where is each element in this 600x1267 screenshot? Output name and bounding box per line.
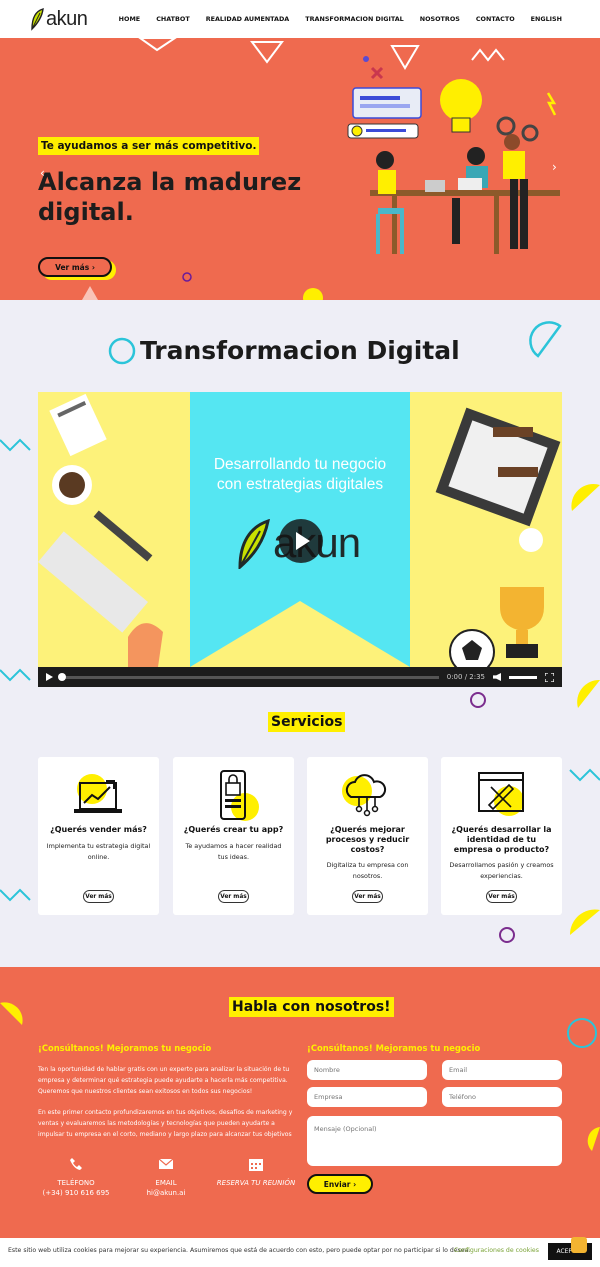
calendar-icon [249,1159,263,1171]
telefono-field[interactable] [442,1087,562,1107]
slider-next-icon[interactable]: › [552,160,557,174]
contact-right-subtitle: ¡Consúltanos! Mejoramos tu negocio [307,1043,481,1053]
video-heading: Desarrollando tu negocio con estrategias… [190,455,410,495]
hero-section: Te ayudamos a ser más competitivo. Alcan… [0,38,600,300]
video-heading-line2: con estrategias digitales [216,476,384,493]
volume-icon[interactable] [493,673,501,681]
site-header: akun HOME CHATBOT REALIDAD AUMENTADA TRA… [0,0,600,38]
email-label: EMAIL [155,1179,177,1187]
ver-mas-button[interactable]: Ver más [486,890,517,903]
video-play-button[interactable] [279,519,323,563]
contact-left-subtitle: ¡Consúltanos! Mejoramos tu negocio [38,1043,212,1053]
cookie-settings-link[interactable]: Configuraciones de cookies [454,1247,539,1254]
phone-label: TELÉFONO [57,1179,95,1187]
card-text: Digitaliza tu empresa con nosotros. [326,861,409,880]
card-title: ¿Querés crear tu app? [183,825,284,834]
ver-mas-button[interactable]: Ver más [218,890,249,903]
phone-icon [70,1158,82,1170]
hero-tagline: Te ayudamos a ser más competitivo. [38,137,260,155]
empresa-field[interactable] [307,1087,427,1107]
phone-value: (+34) 910 616 695 [42,1189,110,1197]
nav-chatbot[interactable]: CHATBOT [156,15,190,23]
design-tools-icon [478,772,524,816]
transformacion-title: Transformacion Digital [140,336,460,365]
play-icon[interactable] [46,673,53,681]
slider-prev-icon[interactable]: ‹ [40,166,45,180]
contact-title: Habla con nosotros! [229,997,394,1017]
promo-video[interactable]: Desarrollando tu negocio con estrategias… [38,392,562,687]
card-title: ¿Querés desarrollar la identidad de tu e… [451,825,552,854]
card-title: ¿Querés mejorar procesos y reducir costo… [325,825,410,854]
video-leaf-icon [238,519,270,569]
nav-home[interactable]: HOME [119,15,141,23]
cookie-banner: Este sitio web utiliza cookies para mejo… [0,1238,600,1267]
chat-bubble-icon[interactable] [571,1237,587,1253]
card-text: Te ayudamos a hacer realidad tus ideas. [185,842,282,861]
video-controls: 0:00 / 2:35 [38,667,562,687]
contact-paragraph-1: Ten la oportunidad de hablar gratis con … [38,1066,290,1095]
nombre-field[interactable] [307,1060,427,1080]
ver-mas-button[interactable]: Ver más [83,890,114,903]
service-card-identidad: ¿Querés desarrollar la identidad de tu e… [441,757,562,915]
meeting-label: RESERVA TU REUNIÓN [216,1179,296,1187]
mensaje-field[interactable] [307,1116,562,1166]
video-heading-line1: Desarrollando tu negocio [213,456,387,473]
cookie-text: Este sitio web utiliza cookies para mejo… [8,1247,471,1254]
enviar-button[interactable]: Enviar › [307,1174,373,1194]
akun-logo[interactable]: akun [30,6,88,32]
card-text: Desarrollamos pasión y creamos experienc… [449,861,554,880]
cloud-network-icon [342,774,387,817]
contact-meeting[interactable]: RESERVA TU REUNIÓN [211,1157,301,1188]
service-card-app: ¿Querés crear tu app? Te ayudamos a hace… [173,757,294,915]
service-card-procesos: ¿Querés mejorar procesos y reducir costo… [307,757,428,915]
contact-phone[interactable]: TELÉFONO (+34) 910 616 695 [31,1157,121,1198]
nav-realidad-aumentada[interactable]: REALIDAD AUMENTADA [206,15,290,23]
logo-text: akun [46,7,88,30]
volume-slider[interactable] [509,675,537,679]
email-field[interactable] [442,1060,562,1080]
email-value: hi@akun.ai [146,1189,186,1197]
contact-section: Habla con nosotros! ¡Consúltanos! Mejora… [0,967,600,1267]
leaf-logo-icon [31,8,44,31]
video-progress-track[interactable] [58,672,439,681]
laptop-chart-icon [74,774,122,813]
nav-transformacion-digital[interactable]: TRANSFORMACION DIGITAL [305,15,403,23]
hero-ver-mas-button[interactable]: Ver más › [38,257,112,277]
card-text: Implementa tu estrategia digital online. [46,842,151,861]
contact-email[interactable]: EMAIL hi@akun.ai [121,1157,211,1198]
fullscreen-icon[interactable] [545,672,554,682]
smartphone-lock-icon [220,770,259,821]
nav-nosotros[interactable]: NOSOTROS [420,15,460,23]
envelope-icon [158,1158,174,1169]
hero-title: Alcanza la madurez digital. [38,168,302,226]
progress-handle[interactable] [58,672,66,681]
ver-mas-button[interactable]: Ver más [352,890,383,903]
video-time: 0:00 / 2:35 [446,673,485,681]
nav-contacto[interactable]: CONTACTO [476,15,515,23]
service-card-vender: ¿Querés vender más? Implementa tu estrat… [38,757,159,915]
contact-paragraph-2: En este primer contacto profundizaremos … [38,1109,293,1138]
card-title: ¿Querés vender más? [50,825,147,834]
servicios-title: Servicios [268,712,346,732]
main-nav: HOME CHATBOT REALIDAD AUMENTADA TRANSFOR… [119,0,562,38]
nav-english[interactable]: ENGLISH [531,15,562,23]
